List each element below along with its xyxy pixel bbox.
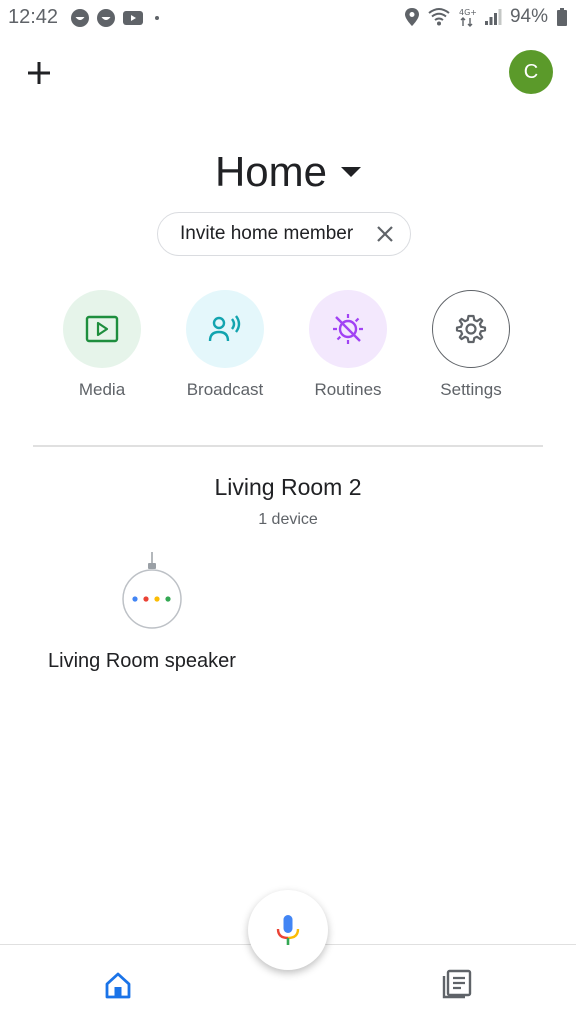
room-device-count: 1 device <box>258 511 318 528</box>
network-4g-icon: 4G+ <box>459 8 476 27</box>
quick-actions: Media Broadcast Routines Settings <box>0 290 576 410</box>
home-selector[interactable]: Home <box>0 148 576 196</box>
nav-home[interactable] <box>104 971 132 999</box>
settings-action[interactable]: Settings <box>411 290 531 400</box>
system-icons: 4G+ 94% <box>404 6 568 28</box>
invite-label: Invite home member <box>180 223 354 244</box>
broadcast-circle <box>186 290 264 368</box>
invite-home-member-chip[interactable]: Invite home member <box>157 212 411 256</box>
divider <box>33 445 543 447</box>
routines-circle <box>309 290 387 368</box>
status-time: 12:42 <box>8 6 59 28</box>
settings-label: Settings <box>440 380 502 399</box>
dot-icon <box>155 16 159 20</box>
device-name: Living Room speaker <box>48 650 236 672</box>
routines-action[interactable]: Routines <box>288 290 408 400</box>
speaker-icon <box>122 552 182 629</box>
media-action[interactable]: Media <box>42 290 162 400</box>
status-bar: 12:42 4G+ 94% <box>0 0 576 36</box>
youtube-icon <box>123 11 143 25</box>
broadcast-action[interactable]: Broadcast <box>165 290 285 400</box>
media-circle <box>63 290 141 368</box>
notification-face-icon <box>71 9 89 27</box>
battery-icon <box>557 8 567 26</box>
avatar-letter: C <box>523 60 539 83</box>
notification-icons <box>70 8 164 28</box>
page-title: Home <box>214 148 328 195</box>
feed-icon <box>442 969 472 999</box>
room-title: Living Room 2 <box>214 474 362 500</box>
play-icon <box>85 315 119 343</box>
device-tile[interactable]: Living Room speaker <box>40 550 280 680</box>
gear-icon <box>455 314 487 344</box>
routines-label: Routines <box>314 380 382 399</box>
voice-assistant-button[interactable] <box>248 890 328 970</box>
signal-icon <box>484 9 502 25</box>
wifi-icon <box>428 8 450 26</box>
notification-face-icon <box>97 9 115 27</box>
routines-icon <box>333 314 363 344</box>
plus-icon <box>28 62 50 84</box>
close-icon[interactable] <box>374 223 396 245</box>
media-label: Media <box>78 380 126 399</box>
add-button[interactable] <box>24 58 54 88</box>
battery-percentage: 94% <box>509 6 548 27</box>
location-icon <box>404 8 419 26</box>
broadcast-label: Broadcast <box>186 380 264 399</box>
account-avatar[interactable]: C <box>509 50 553 94</box>
broadcast-icon <box>208 315 241 342</box>
settings-circle <box>432 290 510 368</box>
nav-feed[interactable] <box>442 969 472 999</box>
caret-down-icon <box>341 167 362 177</box>
svg-text:4G+: 4G+ <box>459 8 476 17</box>
mic-icon <box>276 915 300 945</box>
home-icon <box>105 972 131 999</box>
